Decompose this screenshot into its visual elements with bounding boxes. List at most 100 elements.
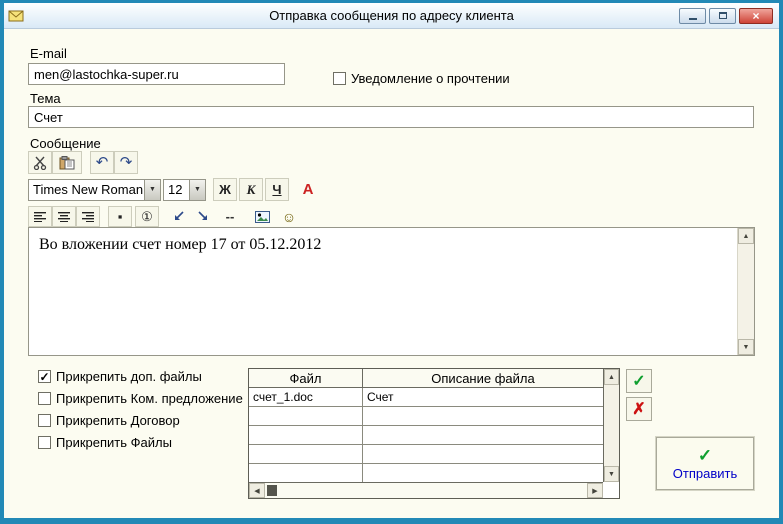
align-left-button[interactable] xyxy=(28,206,52,227)
dialog-window: Отправка сообщения по адресу клиента × E… xyxy=(0,0,783,524)
scroll-right-icon[interactable]: ▶ xyxy=(587,483,603,498)
description-cell[interactable] xyxy=(363,445,603,464)
titlebar[interactable]: Отправка сообщения по адресу клиента × xyxy=(4,3,779,29)
file-cell[interactable] xyxy=(249,464,363,483)
checkbox-label: Уведомление о прочтении xyxy=(351,71,510,86)
cut-button[interactable] xyxy=(28,151,52,174)
file-cell[interactable]: счет_1.doc xyxy=(249,388,363,407)
checkbox-box[interactable] xyxy=(38,392,51,405)
horizontal-rule-button[interactable]: -- xyxy=(218,206,242,227)
bold-button[interactable]: Ж xyxy=(213,178,237,201)
scroll-left-icon[interactable]: ◀ xyxy=(249,483,265,498)
checkbox-label: Прикрепить Ком. предложение xyxy=(56,391,243,406)
minimize-button[interactable] xyxy=(679,8,706,24)
checkbox-box[interactable] xyxy=(38,414,51,427)
message-body[interactable]: Во вложении счет номер 17 от 05.12.2012 xyxy=(29,228,737,355)
table-vertical-scrollbar[interactable]: ▲ ▼ xyxy=(603,369,619,482)
description-cell[interactable] xyxy=(363,464,603,483)
chevron-down-icon[interactable]: ▼ xyxy=(189,180,205,200)
delete-attachment-button[interactable]: ✗ xyxy=(626,397,652,421)
window-title: Отправка сообщения по адресу клиента xyxy=(4,8,779,23)
table-row[interactable] xyxy=(249,426,603,445)
smiley-button[interactable]: ☺ xyxy=(277,206,301,227)
checkbox-box[interactable] xyxy=(333,72,346,85)
indent-decrease-button[interactable] xyxy=(167,206,191,227)
minimize-icon xyxy=(689,18,697,20)
file-cell[interactable] xyxy=(249,426,363,445)
files-table: ФайлОписание файла счет_1.docСчет ▲ ▼ ◀ … xyxy=(248,368,620,499)
subject-field[interactable] xyxy=(28,106,754,128)
scroll-down-icon[interactable]: ▼ xyxy=(738,339,754,355)
align-center-icon xyxy=(58,211,71,222)
description-cell[interactable]: Счет xyxy=(363,388,603,407)
envelope-icon xyxy=(8,8,26,23)
message-scrollbar[interactable]: ▲ ▼ xyxy=(737,228,754,355)
underline-button[interactable]: Ч xyxy=(265,178,289,201)
check-icon: ✓ xyxy=(698,447,712,464)
description-cell[interactable] xyxy=(363,407,603,426)
font-size-value: 12 xyxy=(164,180,189,200)
files-table-header-row: ФайлОписание файла xyxy=(249,369,603,388)
attach-checkbox-list: ✓Прикрепить доп. файлы Прикрепить Ком. пр… xyxy=(38,369,243,450)
clipboard-icon xyxy=(59,156,75,170)
message-editor[interactable]: Во вложении счет номер 17 от 05.12.2012 … xyxy=(28,227,755,356)
font-size-select[interactable]: 12 ▼ xyxy=(163,179,206,201)
align-left-icon xyxy=(34,211,47,222)
confirm-attachment-button[interactable]: ✓ xyxy=(626,369,652,393)
maximize-button[interactable] xyxy=(709,8,736,24)
insert-image-button[interactable] xyxy=(250,206,274,227)
attach-checkbox[interactable]: Прикрепить Ком. предложение xyxy=(38,391,243,406)
files-table-body: счет_1.docСчет xyxy=(249,388,603,483)
scissors-icon xyxy=(33,156,47,170)
close-button[interactable]: × xyxy=(739,8,773,24)
font-color-button[interactable]: A xyxy=(296,178,320,201)
email-field[interactable] xyxy=(28,63,285,85)
table-row[interactable] xyxy=(249,445,603,464)
font-family-select[interactable]: Times New Roman ▼ xyxy=(28,179,161,201)
checkbox-label: Прикрепить Файлы xyxy=(56,435,172,450)
checkbox-box[interactable]: ✓ xyxy=(38,370,51,383)
indent-increase-button[interactable] xyxy=(191,206,215,227)
scrollbar-thumb[interactable] xyxy=(267,485,277,496)
copy-paste-button[interactable] xyxy=(52,151,82,174)
send-button[interactable]: ✓ Отправить xyxy=(656,437,754,490)
scroll-up-icon[interactable]: ▲ xyxy=(738,228,754,244)
arrow-down-right-icon xyxy=(197,211,209,223)
font-family-value: Times New Roman xyxy=(29,180,144,200)
numbered-list-icon: ① xyxy=(141,209,153,225)
email-label: E-mail xyxy=(30,46,67,61)
chevron-down-icon[interactable]: ▼ xyxy=(144,180,160,200)
read-receipt-checkbox[interactable]: Уведомление о прочтении xyxy=(333,71,510,86)
table-row[interactable]: счет_1.docСчет xyxy=(249,388,603,407)
description-cell[interactable] xyxy=(363,426,603,445)
column-header[interactable]: Файл xyxy=(249,369,363,388)
scroll-up-icon[interactable]: ▲ xyxy=(604,369,619,385)
redo-icon: ↷ xyxy=(120,155,133,170)
check-icon: ✓ xyxy=(632,371,645,391)
subject-label: Тема xyxy=(30,91,61,106)
attach-checkbox[interactable]: Прикрепить Файлы xyxy=(38,435,243,450)
scroll-down-icon[interactable]: ▼ xyxy=(604,466,619,482)
align-center-button[interactable] xyxy=(52,206,76,227)
italic-button[interactable]: К xyxy=(239,178,263,201)
file-cell[interactable] xyxy=(249,445,363,464)
align-right-button[interactable] xyxy=(76,206,100,227)
maximize-icon xyxy=(719,12,727,19)
attach-checkbox[interactable]: Прикрепить Договор xyxy=(38,413,243,428)
bullet-list-button[interactable]: ▪ xyxy=(108,206,132,227)
undo-button[interactable]: ↶ xyxy=(90,151,114,174)
table-row[interactable] xyxy=(249,407,603,426)
image-icon xyxy=(255,211,270,223)
file-cell[interactable] xyxy=(249,407,363,426)
redo-button[interactable]: ↷ xyxy=(114,151,138,174)
checkbox-box[interactable] xyxy=(38,436,51,449)
column-header[interactable]: Описание файла xyxy=(363,369,603,388)
close-icon: × xyxy=(752,10,759,22)
table-horizontal-scrollbar[interactable]: ◀ ▶ xyxy=(249,482,603,498)
undo-icon: ↶ xyxy=(96,155,109,170)
numbered-list-button[interactable]: ① xyxy=(135,206,159,227)
checkbox-label: Прикрепить Договор xyxy=(56,413,180,428)
attach-checkbox[interactable]: ✓Прикрепить доп. файлы xyxy=(38,369,243,384)
files-table-grid: ФайлОписание файла счет_1.docСчет xyxy=(249,369,603,482)
table-row[interactable] xyxy=(249,464,603,483)
